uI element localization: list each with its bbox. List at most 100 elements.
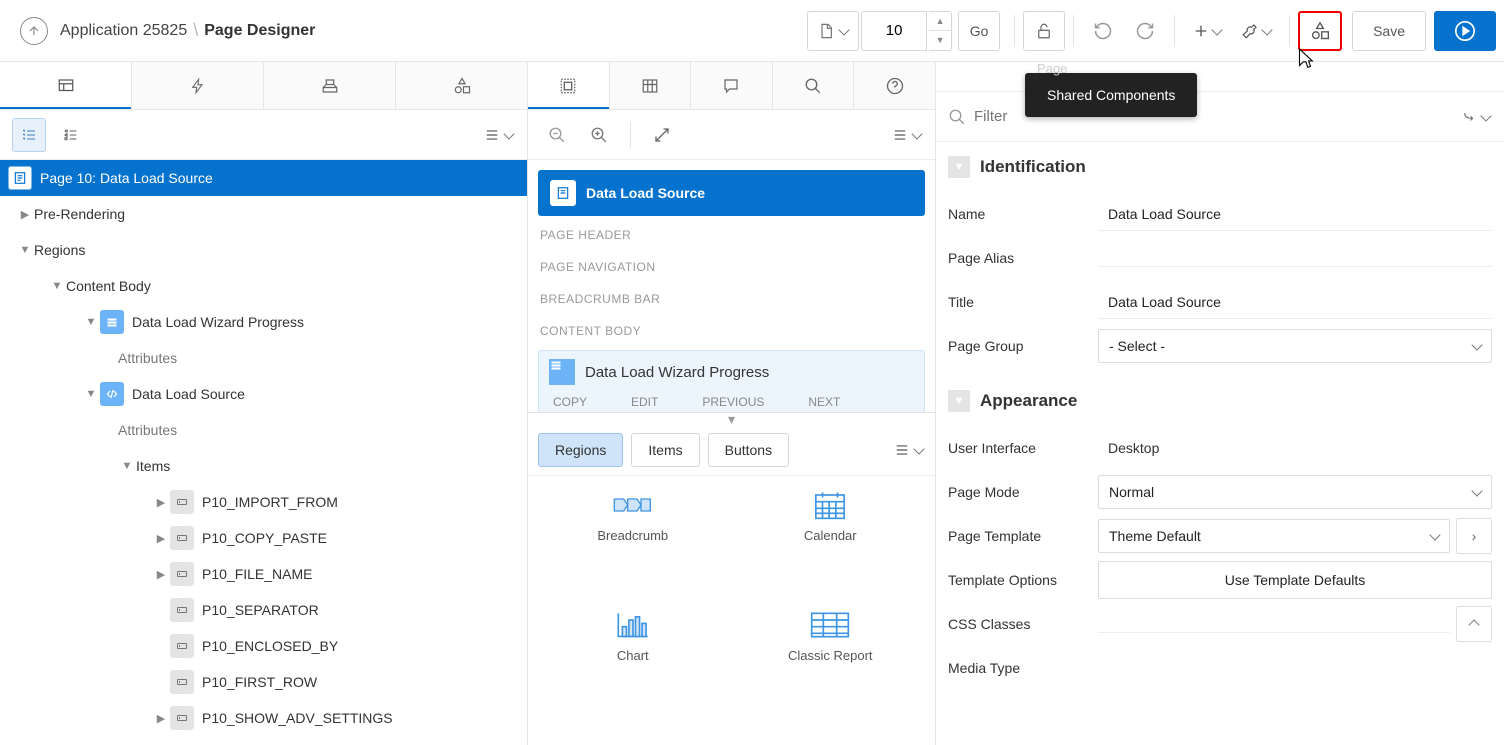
tree-source-region[interactable]: ▼Data Load Source [0,376,527,412]
section-identification[interactable]: ▼ Identification [936,142,1504,192]
layout-breadcrumb-label[interactable]: BREADCRUMB BAR [538,286,925,312]
expand-button[interactable] [645,118,679,152]
layout-page-region[interactable]: Data Load Source [538,170,925,216]
spinner-up-icon[interactable]: ▲ [929,12,951,32]
redo-button[interactable] [1124,11,1166,51]
tree-item[interactable]: P10_FIRST_ROW [0,664,527,700]
zoom-in-button[interactable] [582,118,616,152]
sort-by-processing-button[interactable] [12,118,46,152]
gallery-item[interactable]: Classic Report [732,610,930,703]
gallery-item[interactable]: Calendar [732,490,930,583]
gallery-tab-regions[interactable]: Regions [538,433,623,467]
undo-button[interactable] [1082,11,1124,51]
shared-components-button[interactable] [1298,11,1342,51]
sort-by-type-button[interactable] [54,118,88,152]
tree-source-attributes[interactable]: Attributes [0,412,527,448]
collapse-icon[interactable]: ▼ [48,280,66,292]
tree-content-body[interactable]: ▼Content Body [0,268,527,304]
go-button[interactable]: Go [958,11,1000,51]
collapse-icon[interactable]: ▼ [948,390,970,412]
tree-root-page[interactable]: Page 10: Data Load Source [0,160,527,196]
section-appearance[interactable]: ▼ Appearance [936,376,1504,426]
breadcrumb-app[interactable]: Application 25825 [60,22,187,40]
layout-button-slot[interactable]: EDIT [631,395,658,409]
zoom-out-button[interactable] [540,118,574,152]
layout-page-nav-label[interactable]: PAGE NAVIGATION [538,254,925,280]
prop-alias-input[interactable] [1098,250,1492,267]
expand-icon[interactable]: ▶ [152,532,170,545]
prop-page-group-select[interactable]: - Select - [1098,329,1492,363]
gallery[interactable]: BreadcrumbCalendarChartClassic Report [528,476,935,745]
tree-wizard-region[interactable]: ▼Data Load Wizard Progress [0,304,527,340]
tree-item[interactable]: ▶P10_SHOW_ADV_SETTINGS [0,700,527,736]
horizontal-splitter[interactable]: ▾ [528,412,935,426]
prop-css-input[interactable] [1098,616,1450,633]
shared-components-icon [453,77,471,95]
back-button[interactable] [20,17,48,45]
layout-button-slot[interactable]: PREVIOUS [702,395,764,409]
gallery-item[interactable]: Breadcrumb [534,490,732,583]
prop-page-template-select[interactable]: Theme Default [1098,519,1450,553]
tree-prerendering[interactable]: ▶Pre-Rendering [0,196,527,232]
tree-item[interactable]: P10_SEPARATOR [0,592,527,628]
tree-item[interactable]: ▶P10_FILE_NAME [0,556,527,592]
gallery-tab-buttons[interactable]: Buttons [708,433,789,467]
arrow-up-icon [27,24,41,38]
expand-icon[interactable]: ▶ [16,208,34,221]
gallery-item[interactable]: Chart [534,610,732,703]
spinner-down-icon[interactable]: ▼ [929,31,951,50]
collapse-icon[interactable]: ▼ [118,460,136,472]
tab-dynamic-actions[interactable] [131,62,263,109]
tree-wizard-attributes[interactable]: Attributes [0,340,527,376]
prop-title-input[interactable]: Data Load Source [1098,286,1492,319]
collapse-icon[interactable]: ▼ [16,244,34,256]
create-button[interactable] [1183,11,1231,51]
layout-button-slot[interactable]: COPY [553,395,587,409]
prop-name-input[interactable]: Data Load Source [1098,198,1492,231]
tree-regions[interactable]: ▼Regions [0,232,527,268]
tab-help[interactable] [853,62,935,109]
tab-processing[interactable] [263,62,395,109]
cursor-icon [1294,47,1316,73]
layout-page-header-label[interactable]: PAGE HEADER [538,222,925,248]
layout-wizard-region[interactable]: Data Load Wizard Progress COPYEDITPREVIO… [538,350,925,412]
property-editor[interactable]: ▼ Identification Name Data Load Source P… [936,142,1504,745]
css-expand-button[interactable] [1456,606,1492,642]
rendering-tree[interactable]: Page 10: Data Load Source ▶Pre-Rendering… [0,160,527,745]
gallery-menu-button[interactable] [891,433,925,467]
goto-group-button[interactable] [1458,100,1492,134]
collapse-icon[interactable]: ▼ [82,316,100,328]
tree-item[interactable]: P10_ENCLOSED_BY [0,628,527,664]
left-menu-button[interactable] [481,118,515,152]
template-options-button[interactable]: Use Template Defaults [1098,561,1492,599]
prop-page-mode-select[interactable]: Normal [1098,475,1492,509]
tab-component-view[interactable] [609,62,691,109]
page-number-input[interactable] [861,11,927,51]
tree-items-folder[interactable]: ▼Items [0,448,527,484]
tree-item[interactable]: ▶P10_COPY_PASTE [0,520,527,556]
expand-icon[interactable]: ▶ [152,568,170,581]
expand-icon[interactable]: ▶ [152,496,170,509]
template-goto-button[interactable]: › [1456,518,1492,554]
tab-rendering[interactable] [0,62,131,109]
run-button[interactable] [1434,11,1496,51]
save-button[interactable]: Save [1352,11,1426,51]
page-number-spinner[interactable]: ▲ ▼ [929,11,952,51]
layout-button-slot[interactable]: NEXT [808,395,840,409]
collapse-icon[interactable]: ▼ [948,156,970,178]
expand-icon[interactable]: ▶ [152,712,170,725]
tab-search[interactable] [772,62,854,109]
page-selector-button[interactable] [807,11,859,51]
collapse-icon[interactable]: ▼ [82,388,100,400]
lock-button[interactable] [1023,11,1065,51]
gallery-tab-items[interactable]: Items [631,433,699,467]
layout-preview[interactable]: Data Load Source PAGE HEADER PAGE NAVIGA… [528,160,935,412]
utilities-button[interactable] [1231,11,1281,51]
mid-menu-button[interactable] [889,118,923,152]
tab-layout[interactable] [528,62,609,109]
tab-messages[interactable] [690,62,772,109]
expand-icon [653,126,671,144]
layout-content-body-label[interactable]: CONTENT BODY [538,318,925,344]
tree-item[interactable]: ▶P10_IMPORT_FROM [0,484,527,520]
tab-shared[interactable] [395,62,527,109]
